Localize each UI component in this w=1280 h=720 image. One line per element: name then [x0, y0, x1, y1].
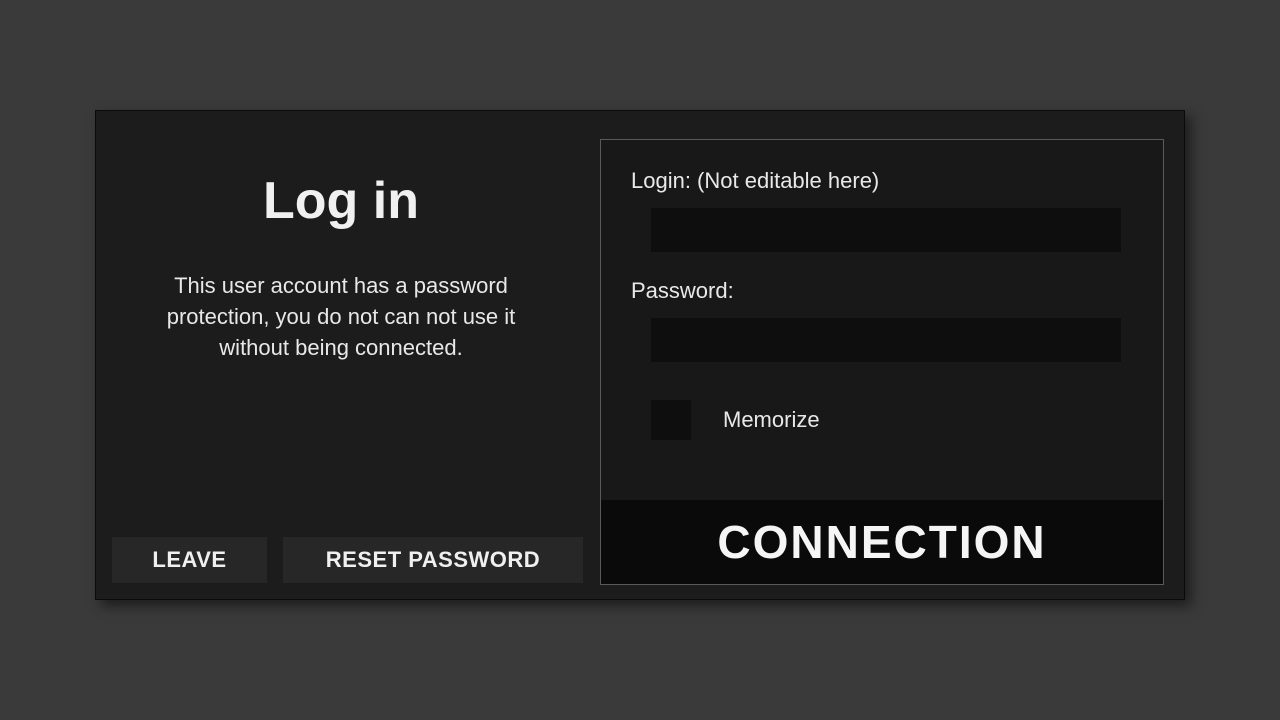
- password-label: Password:: [631, 278, 1133, 304]
- info-panel: Log in This user account has a password …: [96, 111, 586, 599]
- form-panel: Login: (Not editable here) Password: Mem…: [586, 111, 1184, 599]
- memorize-label: Memorize: [723, 407, 820, 433]
- leave-button[interactable]: LEAVE: [112, 537, 267, 583]
- dialog-title: Log in: [126, 171, 556, 231]
- bottom-button-row: LEAVE RESET PASSWORD: [112, 537, 583, 583]
- login-form: Login: (Not editable here) Password: Mem…: [600, 139, 1164, 585]
- reset-password-button[interactable]: RESET PASSWORD: [283, 537, 583, 583]
- login-dialog: Log in This user account has a password …: [95, 110, 1185, 600]
- memorize-row: Memorize: [651, 400, 1133, 440]
- login-input: [651, 208, 1121, 252]
- login-label: Login: (Not editable here): [631, 168, 1133, 194]
- password-input[interactable]: [651, 318, 1121, 362]
- connection-button[interactable]: CONNECTION: [601, 500, 1163, 584]
- dialog-description: This user account has a password protect…: [126, 271, 556, 363]
- memorize-checkbox[interactable]: [651, 400, 691, 440]
